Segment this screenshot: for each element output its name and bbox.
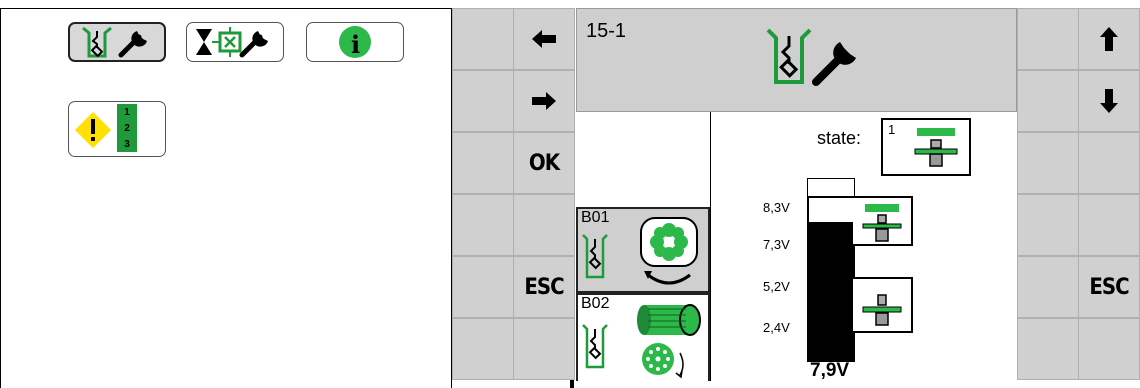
ok-button[interactable]: OK [513, 132, 575, 194]
softkey-l4b[interactable] [513, 194, 575, 256]
left-workspace [0, 8, 452, 388]
tick-label-2-4v: 2,4V [763, 320, 790, 335]
sensor-wrench-button[interactable] [68, 22, 166, 62]
softkey-r2a[interactable] [1017, 70, 1079, 132]
right-arrow-button[interactable] [513, 70, 575, 132]
info-glyph: i [351, 30, 361, 59]
sensor-item-b02[interactable]: B02 [576, 293, 710, 381]
switch-closed-icon [862, 294, 902, 326]
sensor-label-b01: B01 [581, 209, 610, 226]
softkey-r4b[interactable] [1078, 194, 1140, 256]
tick-label-8-3v: 8,3V [763, 200, 790, 215]
state-value: 1 [888, 122, 896, 137]
arrow-right-icon [532, 92, 556, 110]
arrow-left-icon [532, 30, 556, 48]
sensor-list-border [710, 112, 711, 381]
softkey-l6a[interactable] [452, 318, 514, 380]
softkey-r6b[interactable] [1078, 318, 1140, 380]
softkey-r3a[interactable] [1017, 132, 1079, 194]
roller-conveyor-icon [637, 304, 701, 379]
left-arrow-button[interactable] [513, 8, 575, 70]
softkey-l1a[interactable] [452, 8, 514, 70]
up-arrow-button[interactable] [1078, 8, 1140, 70]
sensor-wrench-icon [82, 26, 147, 58]
page-id: 15-1 [586, 20, 627, 42]
esc-left-button[interactable]: ESC [513, 256, 575, 318]
arrow-up-icon [1100, 27, 1118, 51]
list-number-3: 3 [124, 138, 130, 150]
list-number-1: 1 [124, 106, 130, 118]
fan-rotation-icon [640, 217, 698, 285]
esc-right-label: ESC [1089, 274, 1129, 300]
warning-diamond-icon [75, 112, 111, 148]
softkey-r1a[interactable] [1017, 8, 1079, 70]
ok-label: OK [528, 150, 560, 176]
sensor-item-b01[interactable]: B01 [576, 207, 710, 293]
upper-range-box [853, 196, 913, 246]
list-number-2: 2 [124, 122, 130, 134]
state-indicator: 1 [881, 118, 971, 176]
sensor-wrench-icon [766, 28, 856, 86]
softkey-l2a[interactable] [452, 70, 514, 132]
softkey-r3b[interactable] [1078, 132, 1140, 194]
tick-label-7-3v: 7,3V [763, 237, 790, 252]
switch-open-icon [862, 204, 902, 242]
sensor-label-b02: B02 [581, 295, 610, 312]
softkey-l3a[interactable] [452, 132, 514, 194]
sensor-icon [582, 324, 608, 369]
state-label: state: [817, 128, 862, 148]
valve-wrench-button[interactable] [186, 22, 284, 62]
info-button[interactable]: i [306, 22, 404, 62]
voltage-gauge [807, 196, 855, 362]
softkey-l4a[interactable] [452, 194, 514, 256]
esc-left-label: ESC [524, 274, 564, 300]
softkey-r6a[interactable] [1017, 318, 1079, 380]
gauge-top-cap [807, 178, 855, 196]
arrow-down-icon [1100, 89, 1118, 113]
softkey-l6b[interactable] [513, 318, 575, 380]
sensor-icon [582, 234, 608, 279]
voltage-gauge-fill [809, 222, 853, 360]
esc-right-button[interactable]: ESC [1078, 256, 1140, 318]
down-arrow-button[interactable] [1078, 70, 1140, 132]
switch-position-icon [914, 128, 958, 167]
warning-list-button[interactable]: 1 2 3 [68, 101, 166, 157]
voltage-readout: 7,9V [810, 360, 850, 381]
lower-range-box [853, 277, 913, 333]
valve-wrench-icon [196, 27, 268, 58]
softkey-l5a[interactable] [452, 256, 514, 318]
number-list-icon: 1 2 3 [117, 104, 137, 152]
tick-label-5-2v: 5,2V [763, 279, 790, 294]
softkey-r5a[interactable] [1017, 256, 1079, 318]
softkey-r4a[interactable] [1017, 194, 1079, 256]
